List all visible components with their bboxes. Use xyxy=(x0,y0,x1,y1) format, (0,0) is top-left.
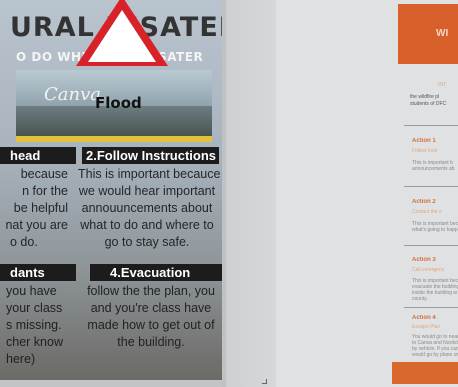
section-heading-3: dants xyxy=(0,264,76,281)
resize-cursor-icon xyxy=(262,379,267,384)
text-line: o do. xyxy=(10,235,38,249)
action-title: Action 1 xyxy=(412,138,436,144)
text-line: s missing. xyxy=(6,318,62,332)
text-line: annouuncements about xyxy=(81,201,213,215)
intro-line: the wildfire pl xyxy=(410,94,440,100)
text-line: here) xyxy=(6,352,36,366)
text-line: your class xyxy=(6,301,63,315)
text-line: you have xyxy=(6,284,57,298)
flood-sign-label: Flood xyxy=(95,94,142,112)
section-heading-4: 4.Evacuation xyxy=(90,264,222,281)
hero-band xyxy=(16,136,212,142)
action-subtitle: Contact the e xyxy=(412,209,442,215)
intro-line: students of DFC xyxy=(410,101,447,107)
divider xyxy=(404,245,458,246)
document-banner: WI xyxy=(398,4,458,64)
action-line: announcements ab xyxy=(412,166,455,172)
disaster-poster: URAL DISATERS O DO WHILE IN A DISATER Ca… xyxy=(0,0,222,380)
text-line: nat you are xyxy=(5,218,68,232)
text-line: cher know xyxy=(6,335,63,349)
text-line: n for the xyxy=(22,184,68,198)
intro-label: INT xyxy=(438,82,447,88)
section-text-4: follow the the plan, you and you're clas… xyxy=(84,283,218,351)
document-footer-band xyxy=(392,362,458,384)
section-text-1: because n for the be helpful nat you are… xyxy=(0,166,68,251)
text-line: the building. xyxy=(117,335,185,349)
text-line: what to do and where to xyxy=(80,218,214,232)
hero-watermark: Canva xyxy=(44,84,101,105)
action-subtitle: Call emergenc xyxy=(412,267,445,273)
section-heading-2: 2.Follow Instructions xyxy=(82,147,219,164)
text-line: follow the the plan, you xyxy=(87,284,215,298)
divider xyxy=(404,186,458,187)
action-line: what's going to happ xyxy=(412,227,458,233)
text-line: go to stay safe. xyxy=(104,235,190,249)
flood-sign-inner xyxy=(88,10,156,62)
text-line: because xyxy=(20,167,68,181)
text-line: made how to get out of xyxy=(87,318,215,332)
section-text-3: you have your class s missing. cher know… xyxy=(6,283,72,368)
action-title: Action 2 xyxy=(412,199,436,205)
section-text-2: This is important becauce we would hear … xyxy=(78,166,221,251)
text-line: we would hear important xyxy=(78,184,216,198)
divider xyxy=(404,125,458,126)
action-subtitle: Follow Instr xyxy=(412,148,438,154)
action-line: would go by plane or xyxy=(412,352,458,358)
text-line: and you're class have xyxy=(90,301,212,315)
action-title: Action 4 xyxy=(412,315,436,321)
blank-page-strip xyxy=(226,0,276,387)
action-title: Action 3 xyxy=(412,257,436,263)
text-line: be helpful xyxy=(13,201,68,215)
action-subtitle: Escape Plan xyxy=(412,324,441,330)
section-heading-1: head xyxy=(0,147,76,164)
action-line: county. xyxy=(412,296,428,302)
text-line: This is important becauce xyxy=(78,167,221,181)
divider xyxy=(404,307,458,308)
